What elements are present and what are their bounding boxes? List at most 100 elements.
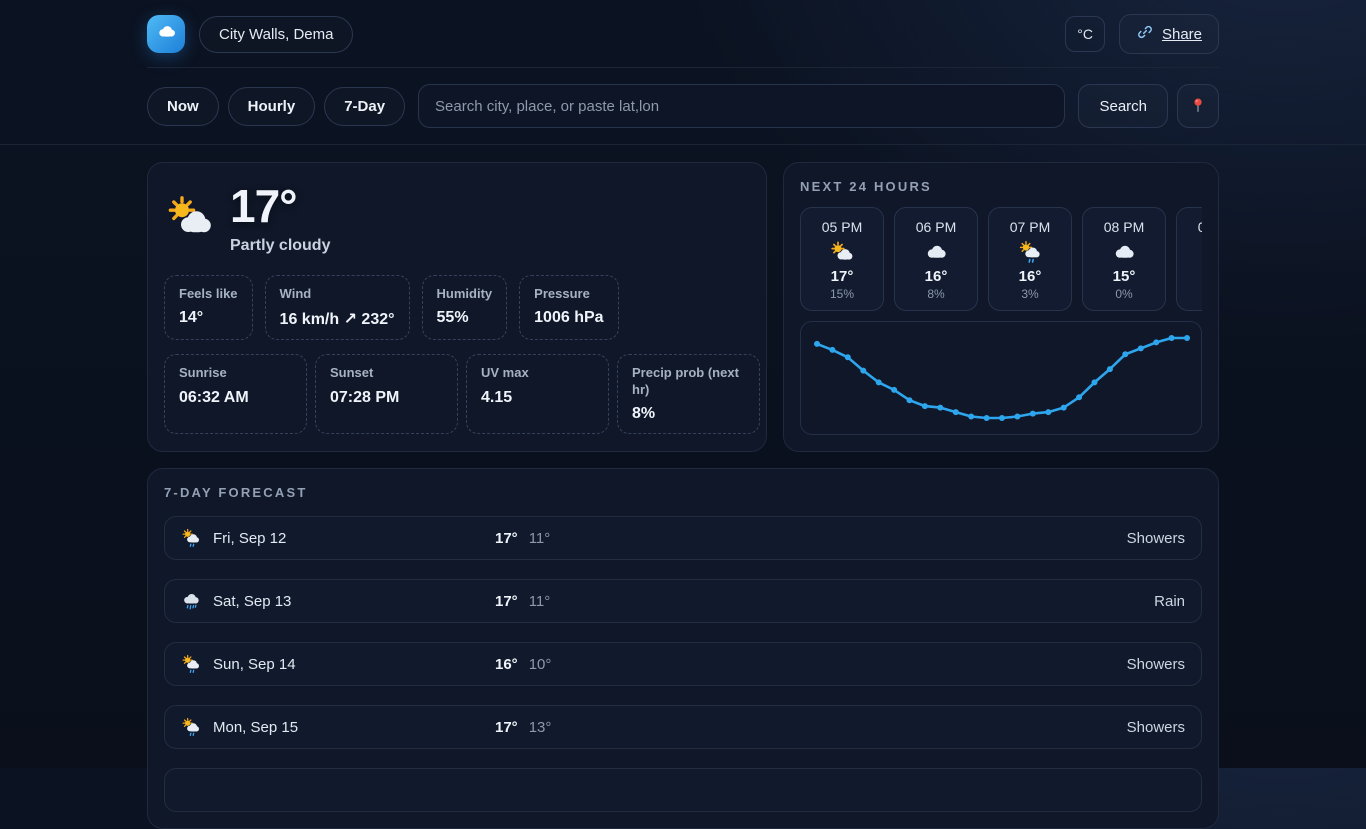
hour-precip: 15%	[805, 287, 879, 301]
current-summary: 17° Partly cloudy	[164, 179, 750, 255]
search-button[interactable]: Search	[1078, 84, 1168, 128]
hour-temp: 17°	[805, 268, 879, 285]
hour-card[interactable]: 08 PM 15° 0%	[1082, 207, 1166, 311]
forecast-row[interactable]: Sat, Sep 13 17° 11° Rain	[164, 579, 1202, 623]
next-24-hours-card: NEXT 24 HOURS 05 PM 17° 15% 06 PM	[783, 162, 1219, 452]
stat-label: Sunset	[330, 365, 443, 381]
cloud-icon	[156, 21, 177, 47]
forecast-min-temp: 13°	[529, 719, 552, 736]
forecast-min-temp: 10°	[529, 656, 552, 673]
forecast-day-label: Mon, Sep 15	[213, 719, 495, 736]
forecast-max-temp: 17°	[495, 593, 518, 610]
hour-precip: 8%	[899, 287, 973, 301]
forecast-row-partial[interactable]	[164, 768, 1202, 812]
hour-temp: 15°	[1087, 268, 1161, 285]
forecast-day-label: Sat, Sep 13	[213, 593, 495, 610]
stats-row-2: Sunrise 06:32 AM Sunset 07:28 PM UV max …	[164, 354, 750, 434]
stat-value: 06:32 AM	[179, 389, 292, 407]
hour-card[interactable]: 07 PM 16° 3%	[988, 207, 1072, 311]
forecast-row[interactable]: Mon, Sep 15 17° 13° Showers	[164, 705, 1202, 749]
day-weather-icon	[181, 717, 201, 737]
hour-card[interactable]: 06 PM 16° 8%	[894, 207, 978, 311]
top-grid: 17° Partly cloudy Feels like 14° Wind 16…	[147, 162, 1219, 452]
stat-box: Feels like 14°	[164, 275, 253, 340]
stat-value: 16 km/h ↗ 232°	[280, 309, 395, 329]
hour-time: 09 PM	[1181, 219, 1202, 235]
current-location-chip[interactable]: City Walls, Dema	[199, 16, 353, 53]
stat-box: Humidity 55%	[422, 275, 508, 340]
stat-label: Humidity	[437, 286, 493, 302]
link-icon	[1136, 23, 1154, 45]
hour-precip: 3%	[993, 287, 1067, 301]
stat-box: Sunset 07:28 PM	[315, 354, 458, 434]
forecast-min-temp: 11°	[529, 593, 551, 610]
share-button[interactable]: Share	[1119, 14, 1219, 54]
forecast-max-temp: 16°	[495, 656, 518, 673]
stat-label: UV max	[481, 365, 594, 381]
nav-tab[interactable]: Now	[147, 87, 219, 126]
stat-label: Precip prob (next hr)	[632, 365, 745, 398]
forecast-temps: 16° 10°	[495, 656, 551, 673]
partly-cloudy-icon	[166, 193, 214, 246]
hour-time: 08 PM	[1087, 219, 1161, 235]
stat-box: Precip prob (next hr) 8%	[617, 354, 760, 434]
stat-label: Feels like	[179, 286, 238, 302]
forecast-max-temp: 17°	[495, 719, 518, 736]
seven-day-forecast-title: 7-DAY FORECAST	[164, 485, 1202, 500]
app-header: City Walls, Dema °C Share Now Hourly 7-D…	[0, 0, 1366, 145]
forecast-day-label: Sun, Sep 14	[213, 656, 495, 673]
hour-time: 05 PM	[805, 219, 879, 235]
forecast-day-label: Fri, Sep 12	[213, 530, 495, 547]
hour-card[interactable]: 09 PM 15° 0%	[1176, 207, 1202, 311]
header-nav-row: Now Hourly 7-Day Search	[147, 68, 1219, 144]
forecast-row[interactable]: Sun, Sep 14 16° 10° Showers	[164, 642, 1202, 686]
temp-sparkline	[809, 330, 1195, 426]
share-button-label: Share	[1162, 26, 1202, 43]
stat-value: 55%	[437, 309, 493, 327]
hour-temp: 16°	[899, 268, 973, 285]
next-24-hours-title: NEXT 24 HOURS	[800, 179, 1202, 194]
header-top-row: City Walls, Dema °C Share	[147, 0, 1219, 68]
forecast-condition: Showers	[1127, 719, 1185, 736]
hour-precip: 0%	[1087, 287, 1161, 301]
stat-label: Sunrise	[179, 365, 292, 381]
search-input[interactable]	[418, 84, 1065, 128]
stat-value: 8%	[632, 405, 745, 423]
hour-card[interactable]: 05 PM 17° 15%	[800, 207, 884, 311]
unit-toggle-button[interactable]: °C	[1065, 16, 1105, 52]
stat-box: Wind 16 km/h ↗ 232°	[265, 275, 410, 340]
stat-label: Wind	[280, 286, 395, 302]
hourly-scroll-strip[interactable]: 05 PM 17° 15% 06 PM 16° 8%	[800, 207, 1202, 311]
hour-temp: 15°	[1181, 268, 1202, 285]
day-weather-icon	[181, 591, 201, 611]
hour-precip: 0%	[1181, 287, 1202, 301]
hour-temp: 16°	[993, 268, 1067, 285]
forecast-temps: 17° 11°	[495, 593, 550, 610]
pushpin-icon	[1189, 96, 1207, 117]
nav-tab[interactable]: 7-Day	[324, 87, 405, 126]
stat-value: 4.15	[481, 389, 594, 407]
locate-pin-button[interactable]	[1177, 84, 1219, 128]
forecast-min-temp: 11°	[529, 530, 551, 547]
hour-weather-icon	[924, 240, 948, 264]
day-weather-icon	[181, 528, 201, 548]
day-weather-icon	[181, 654, 201, 674]
seven-day-forecast-card: 7-DAY FORECAST Fri, Sep 12 17° 11° Showe…	[147, 468, 1219, 829]
forecast-condition: Showers	[1127, 530, 1185, 547]
hour-time: 07 PM	[993, 219, 1067, 235]
forecast-row[interactable]: Fri, Sep 12 17° 11° Showers	[164, 516, 1202, 560]
main-content: 17° Partly cloudy Feels like 14° Wind 16…	[0, 162, 1366, 829]
stat-value: 14°	[179, 309, 238, 327]
stat-box: Sunrise 06:32 AM	[164, 354, 307, 434]
stat-value: 07:28 PM	[330, 389, 443, 407]
current-temperature: 17°	[230, 183, 330, 229]
stat-box: Pressure 1006 hPa	[519, 275, 618, 340]
forecast-temps: 17° 13°	[495, 719, 551, 736]
forecast-condition: Rain	[1154, 593, 1185, 610]
stat-label: Pressure	[534, 286, 603, 302]
forecast-condition: Showers	[1127, 656, 1185, 673]
current-condition: Partly cloudy	[230, 237, 330, 255]
hour-weather-icon	[1018, 240, 1042, 264]
nav-tab[interactable]: Hourly	[228, 87, 316, 126]
hour-time: 06 PM	[899, 219, 973, 235]
